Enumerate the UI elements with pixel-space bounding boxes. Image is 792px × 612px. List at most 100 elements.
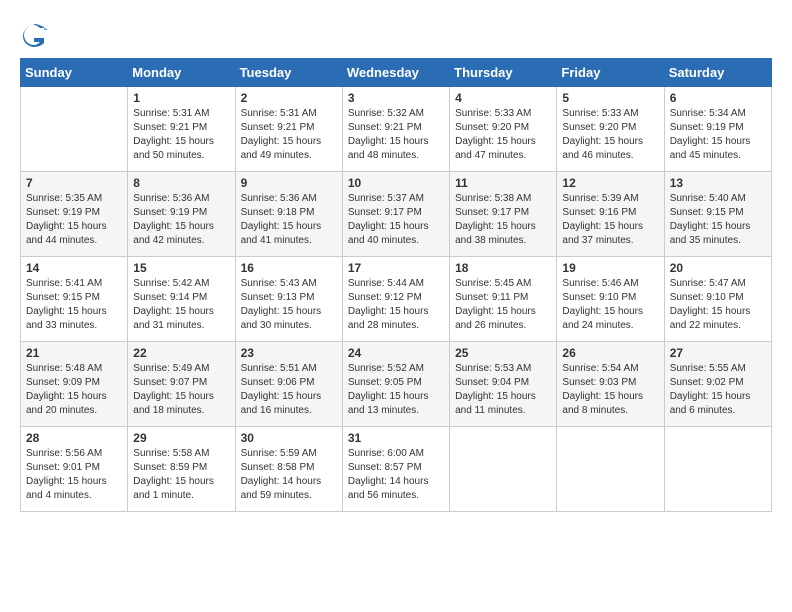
calendar-cell: 14Sunrise: 5:41 AM Sunset: 9:15 PM Dayli… xyxy=(21,257,128,342)
calendar-week-4: 21 Sunrise: 5:48 AM Sunset: 9:09 PM Dayli… xyxy=(21,342,772,427)
day-number: 16 xyxy=(241,261,337,275)
calendar-cell: 20 Sunrise: 5:47 AM Sunset: 9:10 PM Dayli… xyxy=(664,257,771,342)
calendar-cell: 9 Sunrise: 5:36 AM Sunset: 9:18 PM Daylig… xyxy=(235,172,342,257)
calendar-cell: 2 Sunrise: 5:31 AM Sunset: 9:21 PM Daylig… xyxy=(235,87,342,172)
day-number: 4 xyxy=(455,91,551,105)
cell-info: Sunrise: 5:49 AM Sunset: 9:07 PM Dayligh… xyxy=(133,362,229,418)
day-number: 6 xyxy=(670,91,766,105)
calendar-cell: 16 Sunrise: 5:43 AM Sunset: 9:13 PM Dayli… xyxy=(235,257,342,342)
calendar-cell: 5 Sunrise: 5:33 AM Sunset: 9:20 PM Daylig… xyxy=(557,87,664,172)
cell-info: Sunrise: 5:35 AM Sunset: 9:19 PM Dayligh… xyxy=(26,192,122,248)
day-header-sunday: Sunday xyxy=(21,59,128,87)
day-number: 28 xyxy=(26,431,122,445)
cell-info: Sunrise: 5:34 AM Sunset: 9:19 PM Dayligh… xyxy=(670,107,766,163)
cell-info: Sunrise: 5:43 AM Sunset: 9:13 PM Dayligh… xyxy=(241,277,337,333)
cell-info: Sunrise: 5:38 AM Sunset: 9:17 PM Dayligh… xyxy=(455,192,551,248)
day-number: 8 xyxy=(133,176,229,190)
cell-info: Sunrise: 5:44 AM Sunset: 9:12 PM Dayligh… xyxy=(348,277,444,333)
calendar-cell: 12 Sunrise: 5:39 AM Sunset: 9:16 PM Dayli… xyxy=(557,172,664,257)
calendar-cell xyxy=(557,427,664,512)
cell-info: Sunrise: 5:33 AM Sunset: 9:20 PM Dayligh… xyxy=(455,107,551,163)
calendar-cell: 1 Sunrise: 5:31 AM Sunset: 9:21 PM Daylig… xyxy=(128,87,235,172)
cell-info: Sunrise: 6:00 AM Sunset: 8:57 PM Dayligh… xyxy=(348,447,444,503)
day-number: 13 xyxy=(670,176,766,190)
day-header-thursday: Thursday xyxy=(450,59,557,87)
day-number: 31 xyxy=(348,431,444,445)
cell-info: Sunrise: 5:48 AM Sunset: 9:09 PM Dayligh… xyxy=(26,362,122,418)
day-number: 15 xyxy=(133,261,229,275)
calendar-cell: 18Sunrise: 5:45 AM Sunset: 9:11 PM Dayli… xyxy=(450,257,557,342)
day-number: 9 xyxy=(241,176,337,190)
cell-info: Sunrise: 5:42 AM Sunset: 9:14 PM Dayligh… xyxy=(133,277,229,333)
day-number: 20 xyxy=(670,261,766,275)
cell-info: Sunrise: 5:51 AM Sunset: 9:06 PM Dayligh… xyxy=(241,362,337,418)
day-header-tuesday: Tuesday xyxy=(235,59,342,87)
calendar-cell: 27 Sunrise: 5:55 AM Sunset: 9:02 PM Dayli… xyxy=(664,342,771,427)
cell-info: Sunrise: 5:53 AM Sunset: 9:04 PM Dayligh… xyxy=(455,362,551,418)
calendar-cell: 29Sunrise: 5:58 AM Sunset: 8:59 PM Dayli… xyxy=(128,427,235,512)
calendar-week-2: 7 Sunrise: 5:35 AM Sunset: 9:19 PM Daylig… xyxy=(21,172,772,257)
cell-info: Sunrise: 5:31 AM Sunset: 9:21 PM Dayligh… xyxy=(241,107,337,163)
calendar-cell: 22 Sunrise: 5:49 AM Sunset: 9:07 PM Dayli… xyxy=(128,342,235,427)
calendar-cell: 31 Sunrise: 6:00 AM Sunset: 8:57 PM Dayli… xyxy=(342,427,449,512)
calendar-cell xyxy=(450,427,557,512)
calendar-cell: 19Sunrise: 5:46 AM Sunset: 9:10 PM Dayli… xyxy=(557,257,664,342)
day-number: 26 xyxy=(562,346,658,360)
calendar-cell: 7 Sunrise: 5:35 AM Sunset: 9:19 PM Daylig… xyxy=(21,172,128,257)
calendar-cell: 25 Sunrise: 5:53 AM Sunset: 9:04 PM Dayli… xyxy=(450,342,557,427)
day-number: 24 xyxy=(348,346,444,360)
cell-info: Sunrise: 5:56 AM Sunset: 9:01 PM Dayligh… xyxy=(26,447,122,503)
cell-info: Sunrise: 5:39 AM Sunset: 9:16 PM Dayligh… xyxy=(562,192,658,248)
day-number: 2 xyxy=(241,91,337,105)
cell-info: Sunrise: 5:40 AM Sunset: 9:15 PM Dayligh… xyxy=(670,192,766,248)
calendar-cell: 3Sunrise: 5:32 AM Sunset: 9:21 PM Daylig… xyxy=(342,87,449,172)
cell-info: Sunrise: 5:36 AM Sunset: 9:18 PM Dayligh… xyxy=(241,192,337,248)
cell-info: Sunrise: 5:33 AM Sunset: 9:20 PM Dayligh… xyxy=(562,107,658,163)
calendar-cell: 15 Sunrise: 5:42 AM Sunset: 9:14 PM Dayli… xyxy=(128,257,235,342)
calendar-cell: 30 Sunrise: 5:59 AM Sunset: 8:58 PM Dayli… xyxy=(235,427,342,512)
cell-info: Sunrise: 5:47 AM Sunset: 9:10 PM Dayligh… xyxy=(670,277,766,333)
day-number: 30 xyxy=(241,431,337,445)
cell-info: Sunrise: 5:41 AM Sunset: 9:15 PM Dayligh… xyxy=(26,277,122,333)
cell-info: Sunrise: 5:36 AM Sunset: 9:19 PM Dayligh… xyxy=(133,192,229,248)
cell-info: Sunrise: 5:52 AM Sunset: 9:05 PM Dayligh… xyxy=(348,362,444,418)
day-number: 1 xyxy=(133,91,229,105)
cell-info: Sunrise: 5:55 AM Sunset: 9:02 PM Dayligh… xyxy=(670,362,766,418)
calendar-cell: 4 Sunrise: 5:33 AM Sunset: 9:20 PM Daylig… xyxy=(450,87,557,172)
day-number: 22 xyxy=(133,346,229,360)
day-number: 3 xyxy=(348,91,444,105)
calendar-cell: 10Sunrise: 5:37 AM Sunset: 9:17 PM Dayli… xyxy=(342,172,449,257)
calendar-cell xyxy=(664,427,771,512)
calendar-cell: 26 Sunrise: 5:54 AM Sunset: 9:03 PM Dayli… xyxy=(557,342,664,427)
day-header-monday: Monday xyxy=(128,59,235,87)
day-number: 18 xyxy=(455,261,551,275)
day-number: 5 xyxy=(562,91,658,105)
calendar-cell: 11Sunrise: 5:38 AM Sunset: 9:17 PM Dayli… xyxy=(450,172,557,257)
calendar-cell: 28 Sunrise: 5:56 AM Sunset: 9:01 PM Dayli… xyxy=(21,427,128,512)
cell-info: Sunrise: 5:59 AM Sunset: 8:58 PM Dayligh… xyxy=(241,447,337,503)
day-number: 25 xyxy=(455,346,551,360)
calendar-week-1: 1 Sunrise: 5:31 AM Sunset: 9:21 PM Daylig… xyxy=(21,87,772,172)
day-number: 21 xyxy=(26,346,122,360)
cell-info: Sunrise: 5:54 AM Sunset: 9:03 PM Dayligh… xyxy=(562,362,658,418)
calendar-cell: 13 Sunrise: 5:40 AM Sunset: 9:15 PM Dayli… xyxy=(664,172,771,257)
day-number: 27 xyxy=(670,346,766,360)
calendar-cell: 23Sunrise: 5:51 AM Sunset: 9:06 PM Dayli… xyxy=(235,342,342,427)
calendar-table: SundayMondayTuesdayWednesdayThursdayFrid… xyxy=(20,58,772,512)
calendar-week-5: 28 Sunrise: 5:56 AM Sunset: 9:01 PM Dayli… xyxy=(21,427,772,512)
calendar-cell: 8 Sunrise: 5:36 AM Sunset: 9:19 PM Daylig… xyxy=(128,172,235,257)
cell-info: Sunrise: 5:31 AM Sunset: 9:21 PM Dayligh… xyxy=(133,107,229,163)
calendar-cell xyxy=(21,87,128,172)
day-number: 17 xyxy=(348,261,444,275)
day-number: 7 xyxy=(26,176,122,190)
calendar-cell: 17 Sunrise: 5:44 AM Sunset: 9:12 PM Dayli… xyxy=(342,257,449,342)
day-header-wednesday: Wednesday xyxy=(342,59,449,87)
cell-info: Sunrise: 5:37 AM Sunset: 9:17 PM Dayligh… xyxy=(348,192,444,248)
header-row: SundayMondayTuesdayWednesdayThursdayFrid… xyxy=(21,59,772,87)
day-number: 19 xyxy=(562,261,658,275)
day-number: 12 xyxy=(562,176,658,190)
cell-info: Sunrise: 5:58 AM Sunset: 8:59 PM Dayligh… xyxy=(133,447,229,503)
logo xyxy=(20,20,52,48)
logo-icon xyxy=(20,20,48,48)
calendar-cell: 21 Sunrise: 5:48 AM Sunset: 9:09 PM Dayli… xyxy=(21,342,128,427)
